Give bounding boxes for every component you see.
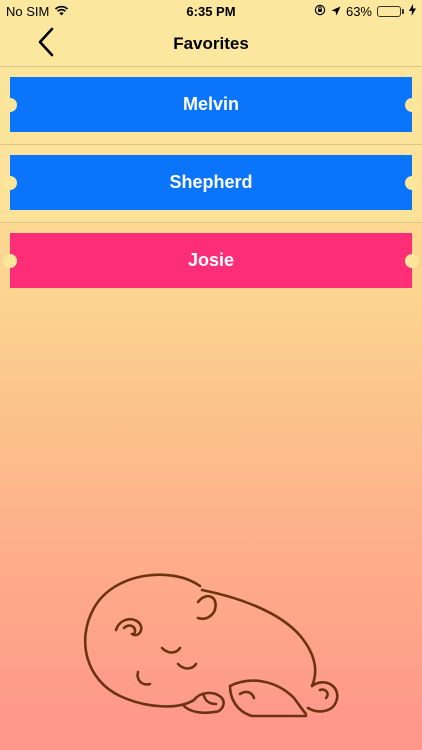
favorite-name-ticket[interactable]: Shepherd [3,155,419,210]
wifi-icon [54,4,69,19]
ticket-notch-right [405,175,419,190]
battery-icon [377,5,404,17]
list-item: Melvin [0,67,422,145]
favorite-name-ticket[interactable]: Josie [3,233,419,288]
navigation-bar: Favorites [0,22,422,67]
status-right: 63% [314,3,416,19]
ticket-notch-left [3,253,17,268]
favorite-name: Melvin [182,94,239,114]
favorite-name: Josie [187,250,235,270]
ticket-notch-right [405,97,419,112]
orientation-lock-icon [314,4,326,19]
ticket-notch-left [3,97,17,112]
favorite-name-ticket[interactable]: Melvin [3,77,419,132]
sleeping-baby-icon [80,568,342,728]
charging-bolt-icon [409,3,416,19]
location-icon [331,4,341,19]
status-bar: No SIM 6:35 PM 63% [0,0,422,22]
carrier-label: No SIM [6,3,50,19]
ticket-notch-left [3,175,17,190]
favorites-list: Melvin Shepherd Josie [0,67,422,300]
list-item: Shepherd [0,145,422,223]
favorite-name: Shepherd [169,172,253,192]
page-title: Favorites [173,34,249,53]
status-left: No SIM [6,4,69,19]
battery-percent: 63% [345,3,372,19]
list-item: Josie [0,223,422,300]
ticket-notch-right [405,253,419,268]
